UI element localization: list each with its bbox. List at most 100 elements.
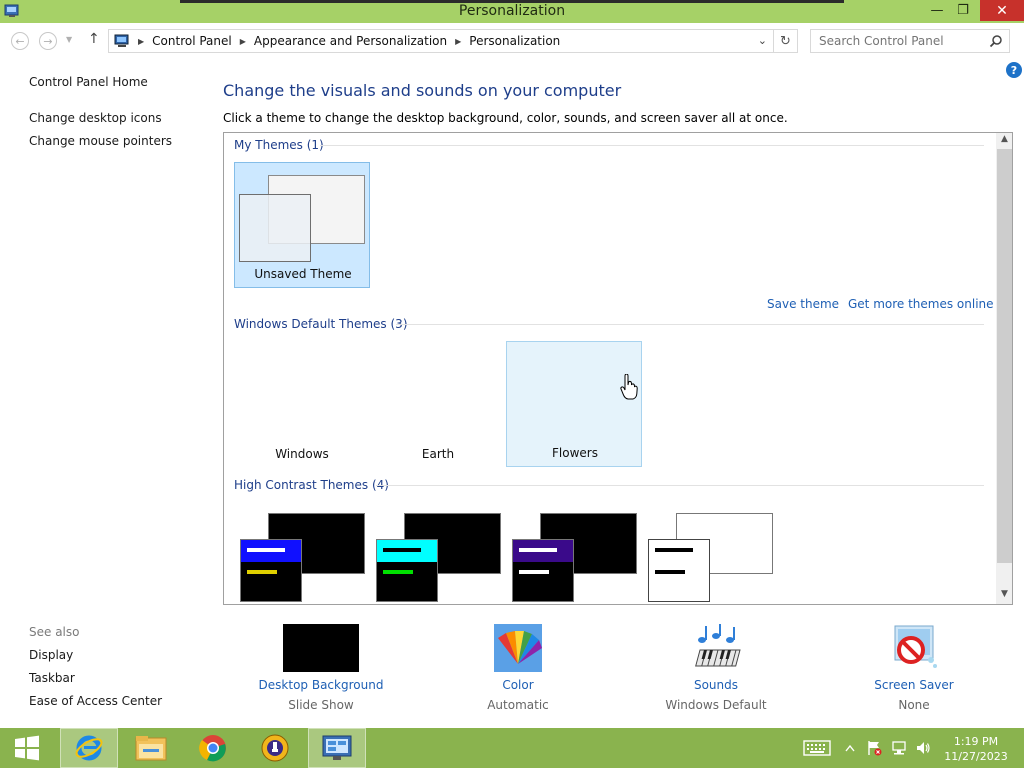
windows-logo-icon (15, 735, 39, 761)
desktop-background-item[interactable]: Desktop Background Slide Show (256, 624, 386, 712)
back-button[interactable]: ← (11, 32, 29, 50)
scroll-down-button[interactable]: ▼ (996, 589, 1012, 603)
show-hidden-icons-button[interactable] (842, 728, 858, 768)
network-button[interactable] (889, 728, 909, 768)
color-palette-icon[interactable] (494, 624, 542, 672)
get-more-themes-link[interactable]: Get more themes online (848, 297, 994, 311)
theme-high-contrast-black[interactable] (506, 513, 642, 604)
taskbar-internet-explorer[interactable] (60, 728, 118, 768)
hand-cursor-icon (620, 374, 638, 400)
start-button[interactable] (0, 728, 54, 768)
up-button[interactable]: ↑ (88, 31, 100, 47)
breadcrumb-appearance[interactable]: Appearance and Personalization (254, 34, 447, 48)
color-link[interactable]: Color (478, 678, 558, 692)
help-icon[interactable]: ? (1006, 62, 1022, 78)
theme-high-contrast-white[interactable] (642, 513, 778, 604)
theme-preview-bar (649, 540, 709, 562)
section-divider (376, 485, 984, 486)
keypass-icon (261, 734, 289, 762)
color-item[interactable]: Color Automatic (478, 624, 558, 712)
ease-of-access-link[interactable]: Ease of Access Center (29, 694, 162, 708)
theme-unsaved[interactable]: Unsaved Theme (234, 162, 370, 288)
theme-preview-line (383, 548, 421, 552)
sounds-link[interactable]: Sounds (660, 678, 772, 692)
taskbar-control-panel[interactable] (308, 728, 366, 768)
minimize-button[interactable]: — (924, 0, 950, 21)
theme-preview (512, 539, 574, 602)
taskbar-chrome[interactable] (186, 728, 240, 768)
theme-high-contrast-1[interactable] (234, 513, 370, 604)
display-link[interactable]: Display (29, 648, 73, 662)
screen-saver-item[interactable]: Screen Saver None (868, 624, 960, 712)
sounds-value: Windows Default (665, 698, 767, 712)
breadcrumb-separator[interactable]: ▶ (455, 37, 461, 46)
theme-preview-line (655, 570, 685, 574)
section-divider (320, 145, 984, 146)
taskbar: 1:19 PM 11/27/2023 (0, 728, 1024, 768)
section-divider (396, 324, 984, 325)
page-description: Click a theme to change the desktop back… (223, 111, 788, 125)
my-themes-label: My Themes (1) (234, 138, 324, 152)
search-input[interactable] (819, 30, 989, 52)
theme-preview-line (383, 570, 413, 574)
desktop-background-icon[interactable] (283, 624, 359, 672)
search-icon[interactable] (989, 34, 1003, 48)
taskbar-file-explorer[interactable] (124, 728, 178, 768)
breadcrumb-separator[interactable]: ▶ (240, 37, 246, 46)
change-mouse-pointers-link[interactable]: Change mouse pointers (29, 134, 172, 148)
save-theme-link[interactable]: Save theme (767, 297, 839, 311)
window-title: Personalization (458, 3, 566, 19)
breadcrumb-separator[interactable]: ▶ (138, 37, 144, 46)
keyboard-icon (803, 740, 831, 756)
theme-preview-line (519, 570, 549, 574)
sounds-icon[interactable] (690, 624, 742, 672)
action-center-button[interactable] (864, 728, 884, 768)
sounds-item[interactable]: Sounds Windows Default (660, 624, 772, 712)
search-box[interactable] (810, 29, 1010, 53)
touch-keyboard-button[interactable] (800, 728, 834, 768)
desktop-background-link[interactable]: Desktop Background (256, 678, 386, 692)
theme-name: Earth (421, 447, 455, 461)
control-panel-icon (114, 34, 129, 47)
scroll-thumb[interactable] (997, 149, 1012, 563)
chevron-up-icon (845, 744, 855, 752)
themes-list[interactable]: My Themes (1) Unsaved Theme Save theme G… (223, 132, 1013, 605)
control-panel-icon (322, 735, 352, 760)
close-button[interactable]: ✕ (980, 0, 1024, 21)
screen-saver-icon[interactable] (889, 624, 939, 672)
breadcrumb-personalization[interactable]: Personalization (469, 34, 560, 48)
control-panel-home-link[interactable]: Control Panel Home (29, 75, 148, 89)
taskbar-keypass[interactable] (248, 728, 302, 768)
speaker-icon (917, 742, 930, 754)
theme-name: Windows (275, 447, 329, 461)
theme-windows[interactable]: Windows (234, 341, 370, 467)
forward-button[interactable]: → (39, 32, 57, 50)
theme-preview-bar (241, 540, 301, 562)
recent-locations-dropdown[interactable]: ▼ (66, 35, 72, 44)
theme-earth[interactable]: Earth (370, 341, 506, 467)
scroll-up-button[interactable]: ▲ (996, 134, 1012, 148)
see-also-label: See also (29, 625, 80, 639)
volume-button[interactable] (913, 728, 933, 768)
clock-time: 1:19 PM (953, 735, 999, 748)
screen-saver-link[interactable]: Screen Saver (868, 678, 960, 692)
theme-high-contrast-2[interactable] (370, 513, 506, 604)
page-title: Change the visuals and sounds on your co… (223, 81, 622, 100)
change-desktop-icons-link[interactable]: Change desktop icons (29, 111, 162, 125)
chrome-icon (199, 735, 226, 762)
breadcrumb-control-panel[interactable]: Control Panel (152, 34, 232, 48)
address-dropdown[interactable]: ⌄ (758, 34, 767, 47)
network-icon (892, 741, 906, 755)
refresh-button[interactable]: ↻ (774, 29, 798, 53)
theme-preview-line (247, 570, 277, 574)
theme-flowers[interactable]: Flowers (506, 341, 642, 467)
theme-preview-bar (377, 540, 437, 562)
address-bar[interactable]: ▶ Control Panel ▶ Appearance and Persona… (108, 29, 774, 53)
color-value: Automatic (487, 698, 549, 712)
title-bar: Personalization — ❐ ✕ (0, 0, 1024, 23)
file-explorer-icon (135, 736, 167, 761)
maximize-button[interactable]: ❐ (950, 0, 976, 21)
vertical-scrollbar[interactable]: ▲ ▼ (996, 133, 1012, 604)
taskbar-link[interactable]: Taskbar (29, 671, 75, 685)
clock[interactable]: 1:19 PM 11/27/2023 (936, 734, 1016, 764)
